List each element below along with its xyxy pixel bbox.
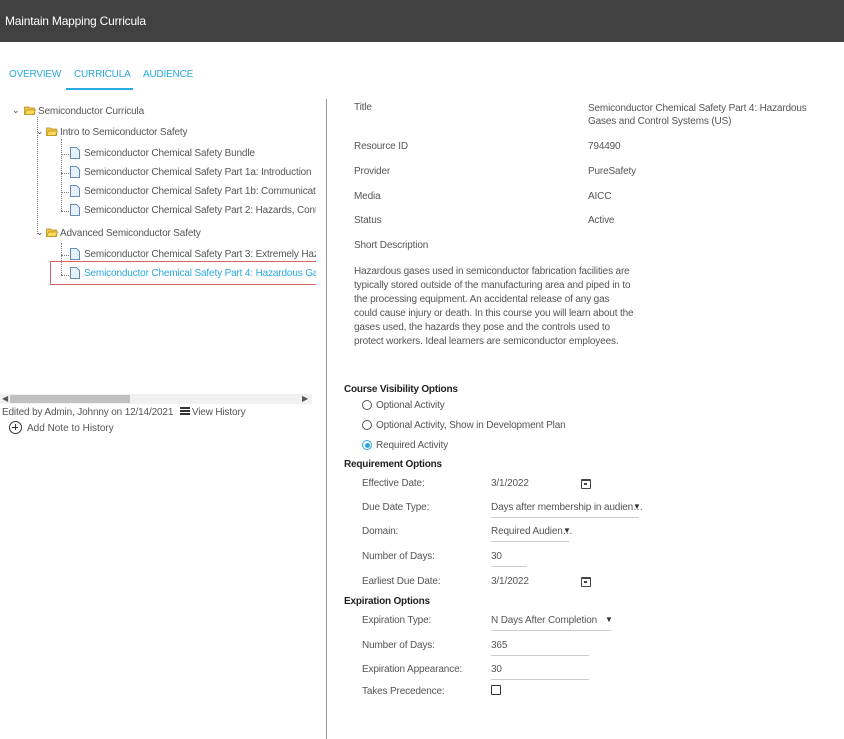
expiration-number-of-days-input[interactable]: 365	[491, 638, 589, 656]
radio-optional-development-plan[interactable]: Optional Activity, Show in Development P…	[362, 420, 566, 431]
media-value: AICC	[588, 191, 612, 202]
tree-connector	[61, 139, 62, 211]
takes-precedence-checkbox[interactable]	[491, 685, 501, 695]
edited-info: Edited by Admin, Johnny on 12/14/2021 Vi…	[2, 407, 246, 418]
document-icon	[70, 267, 80, 279]
radio-icon[interactable]	[362, 420, 372, 430]
media-label: Media	[354, 191, 381, 202]
folder-open-icon	[46, 228, 58, 237]
number-of-days-label: Number of Days:	[362, 551, 435, 562]
folder-open-icon	[24, 106, 36, 115]
scroll-left-icon[interactable]: ◀	[2, 394, 8, 403]
provider-label: Provider	[354, 166, 391, 177]
expiration-appearance-input[interactable]: 30	[491, 662, 589, 680]
expiration-number-of-days-label: Number of Days:	[362, 640, 435, 651]
view-history-link[interactable]: View History	[192, 407, 246, 418]
expiration-appearance-label: Expiration Appearance:	[362, 664, 463, 675]
tab-curricula[interactable]: CURRICULA	[66, 66, 133, 90]
document-icon	[70, 185, 80, 197]
chevron-down-icon[interactable]: ⌄	[36, 227, 44, 238]
plus-circle-icon	[9, 421, 22, 434]
title-bar: Maintain Mapping Curricula	[0, 0, 844, 42]
effective-date-field[interactable]: 3/1/2022	[491, 476, 566, 494]
dropdown-caret-icon: ▼	[563, 526, 571, 535]
tab-audience[interactable]: AUDIENCE	[135, 66, 205, 90]
number-of-days-input[interactable]: 30	[491, 549, 527, 567]
tree-connector	[61, 173, 69, 174]
due-date-type-label: Due Date Type:	[362, 502, 430, 513]
status-value: Active	[588, 215, 615, 226]
visibility-heading: Course Visibility Options	[344, 384, 458, 395]
tree-connector	[61, 255, 69, 256]
radio-icon[interactable]	[362, 400, 372, 410]
tab-bar: OVERVIEW CURRICULA AUDIENCE	[0, 66, 844, 90]
panel-divider	[326, 99, 327, 739]
document-icon	[70, 147, 80, 159]
earliest-due-date-field[interactable]: 3/1/2022	[491, 574, 566, 592]
tab-overview[interactable]: OVERVIEW	[0, 66, 66, 90]
chevron-down-icon[interactable]: ⌄	[12, 105, 20, 116]
radio-optional-activity[interactable]: Optional Activity	[362, 400, 445, 411]
resource-id-label: Resource ID	[354, 141, 408, 152]
document-icon	[70, 204, 80, 216]
radio-selected-icon[interactable]	[362, 440, 372, 450]
chevron-down-icon[interactable]: ⌄	[36, 126, 44, 137]
document-icon	[70, 166, 80, 178]
resource-id-value: 794490	[588, 141, 621, 152]
tree-connector	[61, 192, 69, 193]
radio-required-activity[interactable]: Required Activity	[362, 440, 448, 451]
title-value: Semiconductor Chemical Safety Part 4: Ha…	[588, 103, 807, 127]
title-label: Title	[354, 102, 372, 113]
domain-select[interactable]: Required Audien… ▼	[491, 524, 573, 542]
provider-value: PureSafety	[588, 166, 636, 177]
short-description-value: Hazardous gases used in semiconductor fa…	[354, 266, 634, 347]
calendar-icon[interactable]	[581, 577, 591, 587]
window-title: Maintain Mapping Curricula	[5, 14, 146, 28]
takes-precedence-label: Takes Precedence:	[362, 686, 445, 697]
due-date-type-select[interactable]: Days after membership in audien… ▼	[491, 500, 643, 518]
curricula-tree: ⌄ Semiconductor Curricula ⌄ Intro to Sem…	[0, 99, 316, 389]
expiration-type-select[interactable]: N Days After Completion ▼	[491, 613, 613, 631]
short-description-label: Short Description	[354, 240, 429, 251]
domain-label: Domain:	[362, 526, 399, 537]
document-icon	[70, 248, 80, 260]
list-icon	[179, 407, 190, 416]
status-label: Status	[354, 215, 382, 226]
requirement-heading: Requirement Options	[344, 459, 442, 470]
calendar-icon[interactable]	[581, 479, 591, 489]
scroll-right-icon[interactable]: ▶	[302, 394, 308, 403]
expiration-heading: Expiration Options	[344, 596, 430, 607]
scrollbar-thumb[interactable]	[10, 395, 130, 403]
effective-date-label: Effective Date:	[362, 478, 425, 489]
add-note-button[interactable]: Add Note to History	[9, 421, 114, 434]
expiration-type-label: Expiration Type:	[362, 615, 432, 626]
earliest-due-date-label: Earliest Due Date:	[362, 576, 441, 587]
folder-open-icon	[46, 127, 58, 136]
dropdown-caret-icon: ▼	[633, 502, 641, 511]
dropdown-caret-icon: ▼	[605, 615, 613, 624]
tree-horizontal-scrollbar[interactable]: ◀ ▶	[0, 394, 312, 404]
tree-connector	[61, 154, 69, 155]
tree-connector	[61, 211, 69, 212]
